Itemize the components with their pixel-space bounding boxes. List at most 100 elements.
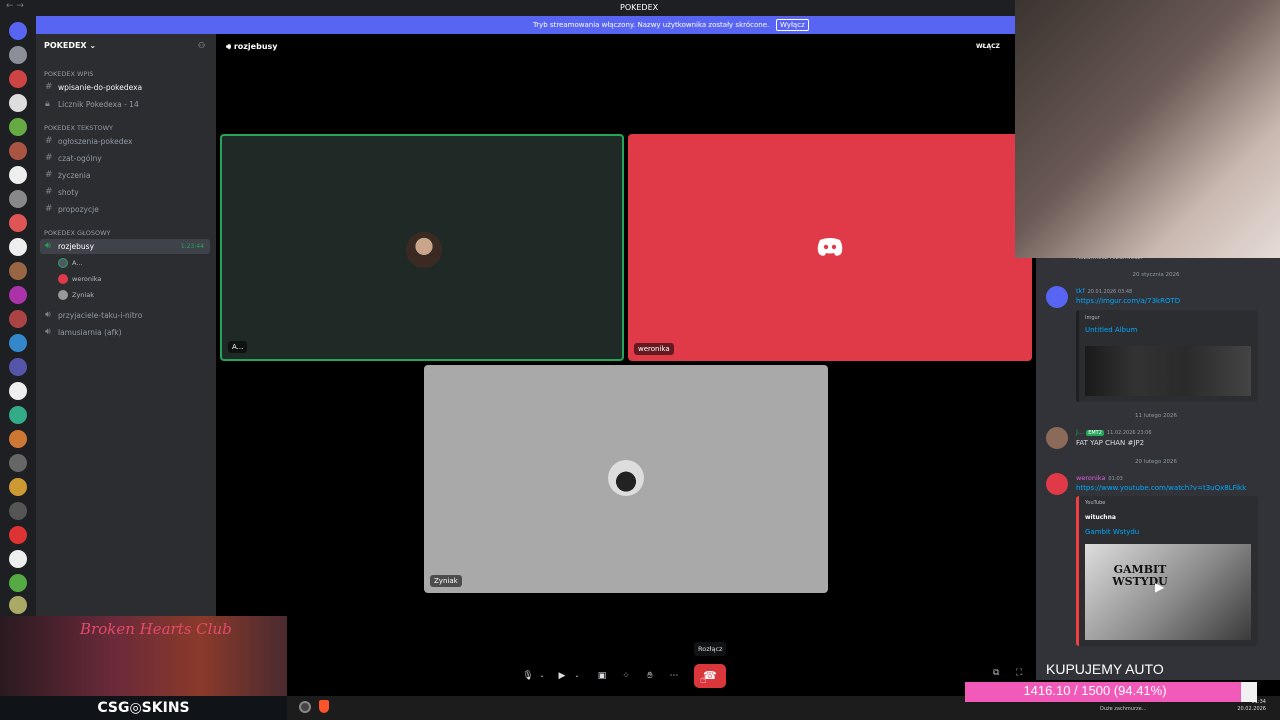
popout-icon[interactable]: ⧉ <box>993 668 999 678</box>
voice-user[interactable]: A... <box>58 257 83 269</box>
call-controls: 🎙︎ ⌄ ▶ ⌄ ▣ ⁘ ✋︎ ⋯ ☎︎ <box>516 664 726 688</box>
server-icon[interactable] <box>9 334 27 352</box>
message-author[interactable]: tkf 20.01.2026 03:48 <box>1076 287 1132 295</box>
embed-image[interactable] <box>1085 346 1251 396</box>
server-icon[interactable] <box>9 118 27 136</box>
message-author[interactable]: weronika 01:03 <box>1076 474 1123 482</box>
channel-zyczenia[interactable]: # życzenia <box>40 168 210 183</box>
voice-channel-lamusiarnia[interactable]: 🔊︎ lamusiarnia (afk) <box>40 325 210 340</box>
avatar <box>58 274 68 284</box>
voice-user[interactable]: Zyniak <box>58 289 94 301</box>
hash-icon: # <box>45 82 53 92</box>
disable-streamer-mode-button[interactable]: Wyłącz <box>776 19 809 31</box>
youtube-embed: YouTube wituchna Gambit Wstydu GAMBIT WS… <box>1076 496 1258 646</box>
more-options-icon[interactable]: ⋯ <box>666 668 682 684</box>
server-icon[interactable] <box>9 166 27 184</box>
activities-icon[interactable]: ⁘ <box>618 668 634 684</box>
channel-wpisanie[interactable]: # wpisanie-do-pokedexa <box>40 80 210 95</box>
embed-provider: Imgur <box>1085 315 1100 321</box>
server-icon[interactable] <box>9 382 27 400</box>
server-icon[interactable] <box>9 94 27 112</box>
voice-user-name: Zyniak <box>72 291 94 299</box>
embed-title[interactable]: Untitled Album <box>1085 326 1137 334</box>
server-name[interactable]: POKEDEX ⌄ <box>44 41 96 50</box>
video-thumbnail[interactable]: GAMBIT WSTYDU ▶ <box>1085 544 1251 640</box>
server-icon[interactable] <box>9 406 27 424</box>
play-icon[interactable]: ▶ <box>1155 580 1164 594</box>
soundboard-icon[interactable]: ✋︎ <box>642 668 658 684</box>
tile-name: A... <box>228 341 248 353</box>
overlay-caption: KUPUJEMY AUTO <box>1046 661 1164 677</box>
brave-icon[interactable] <box>319 700 329 713</box>
server-icon[interactable] <box>9 190 27 208</box>
disconnect-button[interactable]: ☎︎ <box>694 664 726 688</box>
avatar <box>1046 473 1068 495</box>
channel-header: 🔊︎ rozjebusy <box>226 42 278 51</box>
server-icon[interactable] <box>9 238 27 256</box>
author-name: tkf <box>1076 287 1085 295</box>
author-name: J... <box>1076 428 1085 436</box>
donation-progress-bar: 1416.10 / 1500 (94.41%) <box>965 682 1257 702</box>
screen-share-icon[interactable]: ▣ <box>594 668 610 684</box>
server-icon[interactable] <box>9 310 27 328</box>
server-icon[interactable] <box>9 214 27 232</box>
category-wpis[interactable]: POKEDEX Wpis <box>44 70 93 78</box>
voice-user-name: A... <box>72 259 83 267</box>
camera-off-icon[interactable]: ▶ <box>554 668 570 684</box>
back-forward-icon[interactable]: ← → <box>6 1 24 11</box>
server-icon[interactable] <box>9 596 27 614</box>
weather-widget[interactable]: Duże zachmurze... <box>1100 706 1146 712</box>
server-icon[interactable] <box>9 358 27 376</box>
discord-home-icon[interactable] <box>9 22 27 40</box>
message-timestamp: 20.01.2026 03:48 <box>1087 289 1133 295</box>
category-glosowy[interactable]: POKEDEX GŁOSOWY <box>44 229 110 237</box>
message-author[interactable]: J... EMT2 11.02.2026 23:06 <box>1076 428 1152 436</box>
message-link[interactable]: https://imgur.com/a/73kROTD <box>1076 297 1180 305</box>
chevron-down-icon[interactable]: ⌄ <box>569 668 585 684</box>
server-icon[interactable] <box>9 286 27 304</box>
channel-ogloszenia[interactable]: # ogłoszenia-pokedex <box>40 134 210 149</box>
server-icon[interactable] <box>9 502 27 520</box>
server-icon[interactable] <box>9 526 27 544</box>
voice-channel-przyjaciele[interactable]: 🔊︎ przyjaciele-taku-i-nitro <box>40 308 210 323</box>
server-icon[interactable] <box>9 574 27 592</box>
voice-channel-rozjebusy[interactable]: 🔊︎ rozjebusy 1:23:44 <box>40 239 210 254</box>
avatar <box>58 258 68 268</box>
video-tile-a[interactable]: A... <box>220 134 624 361</box>
chevron-down-icon[interactable]: ⌄ <box>534 668 550 684</box>
enable-button[interactable]: WŁĄCZ <box>976 43 1000 50</box>
message-link[interactable]: https://www.youtube.com/watch?v=t3uQx8LF… <box>1076 484 1246 492</box>
category-tekstowy[interactable]: POKEDEX Tekstowy <box>44 124 113 132</box>
add-member-icon[interactable]: ⚇ <box>198 41 205 50</box>
sponsor-logo: CSG◎SKINS <box>0 696 287 720</box>
voice-timer: 1:23:44 <box>180 243 204 250</box>
channel-shoty[interactable]: # shoty <box>40 185 210 200</box>
channel-licznik[interactable]: 🔒︎ Licznik Pokedexa - 14 <box>40 97 210 112</box>
lock-icon: 🔒︎ <box>45 99 50 109</box>
channel-propozycje[interactable]: # propozycje <box>40 202 210 217</box>
server-icon[interactable] <box>9 70 27 88</box>
server-icon[interactable] <box>9 478 27 496</box>
channel-label: czat-ogólny <box>58 154 102 163</box>
hash-icon: # <box>45 170 53 180</box>
server-icon[interactable] <box>9 262 27 280</box>
video-tile-weronika[interactable]: weronika <box>628 134 1032 361</box>
server-rail <box>0 16 36 616</box>
tile-name: weronika <box>634 343 674 355</box>
speaker-icon: 🔊︎ <box>45 327 51 337</box>
ad-title: Broken Hearts Club <box>80 620 232 638</box>
server-icon[interactable] <box>9 550 27 568</box>
voice-user[interactable]: weronika <box>58 273 101 285</box>
fullscreen-icon[interactable]: ⛶ <box>1016 668 1022 678</box>
server-icon[interactable] <box>9 430 27 448</box>
embed-title[interactable]: Gambit Wstydu <box>1085 528 1139 536</box>
chrome-icon[interactable] <box>299 701 311 713</box>
channel-czat-ogolny[interactable]: # czat-ogólny <box>40 151 210 166</box>
server-icon[interactable] <box>9 46 27 64</box>
server-icon[interactable] <box>9 142 27 160</box>
server-icon[interactable] <box>9 454 27 472</box>
thumbnail-text: GAMBIT WSTYDU <box>1112 563 1168 588</box>
video-tile-zyniak[interactable]: Zyniak <box>424 365 828 593</box>
channel-label: ogłoszenia-pokedex <box>58 137 133 146</box>
embed-author[interactable]: wituchna <box>1085 514 1116 521</box>
